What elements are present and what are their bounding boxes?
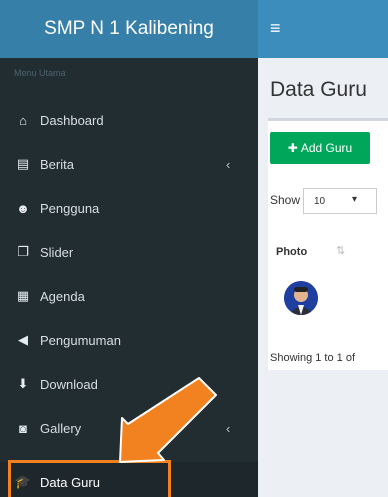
sidebar-item-label: Dashboard	[40, 112, 104, 128]
sidebar-item-berita[interactable]: ▤ Berita ‹	[0, 144, 258, 184]
add-guru-label: Add Guru	[300, 141, 353, 155]
clone-icon: ❐	[17, 244, 29, 259]
sidebar-item-agenda[interactable]: ▦ Agenda	[0, 276, 258, 316]
sidebar-item-pengguna[interactable]: ☻ Pengguna	[0, 188, 258, 228]
calendar-icon: ▦	[16, 288, 30, 303]
page-title: Data Guru	[270, 78, 367, 101]
plus-icon: ✚	[287, 141, 298, 155]
sidebar-item-download[interactable]: ⬇ Download	[0, 364, 258, 404]
sort-icon[interactable]: ⇅	[336, 244, 345, 257]
bars-icon[interactable]: ≡	[270, 18, 281, 38]
sidebar-item-slider[interactable]: ❐ Slider	[0, 232, 258, 272]
app-logo-title[interactable]: SMP N 1 Kalibening	[0, 0, 258, 58]
chevron-down-icon: ▾	[352, 194, 358, 205]
sidebar-item-label: Pengumuman	[40, 332, 121, 348]
column-header-photo: Photo	[276, 246, 308, 258]
main-content: Data Guru ✚ Add Guru Show 10 ▾ Photo ⇅ S…	[258, 58, 388, 497]
sidebar-item-label: Download	[40, 376, 98, 392]
highlight-box	[8, 460, 171, 497]
home-icon: ⌂	[19, 112, 27, 128]
download-icon: ⬇	[17, 376, 29, 391]
sidebar-item-pengumuman[interactable]: ◀ Pengumuman	[0, 320, 258, 360]
page-length-value: 10	[314, 195, 326, 207]
page-length-select[interactable]: 10 ▾	[303, 188, 377, 214]
sidebar-item-label: Gallery	[40, 420, 82, 436]
chevron-left-icon: ‹	[226, 156, 231, 172]
sidebar-item-label: Berita	[40, 156, 74, 172]
users-icon: ☻	[16, 200, 30, 216]
sidebar-item-label: Agenda	[40, 288, 85, 304]
sidebar-header: Menu Utama	[14, 68, 66, 78]
newspaper-icon: ▤	[16, 156, 30, 171]
volume-icon: ◀	[18, 332, 28, 347]
table-info-text: Showing 1 to 1 of	[270, 352, 356, 364]
show-label: Show	[270, 193, 301, 207]
sidebar: Menu Utama ⌂ Dashboard ▤ Berita ‹ ☻ Peng…	[0, 58, 258, 497]
sidebar-item-label: Slider	[40, 244, 74, 260]
sidebar-item-gallery[interactable]: ◙ Gallery ‹	[0, 408, 258, 448]
sidebar-item-dashboard[interactable]: ⌂ Dashboard	[0, 100, 258, 140]
top-navbar: SMP N 1 Kalibening ≡	[0, 0, 388, 58]
chevron-left-icon: ‹	[226, 420, 231, 436]
sidebar-item-label: Pengguna	[40, 200, 100, 216]
add-guru-button[interactable]: ✚ Add Guru	[270, 132, 370, 164]
camera-icon: ◙	[19, 420, 27, 436]
avatar	[284, 281, 318, 315]
